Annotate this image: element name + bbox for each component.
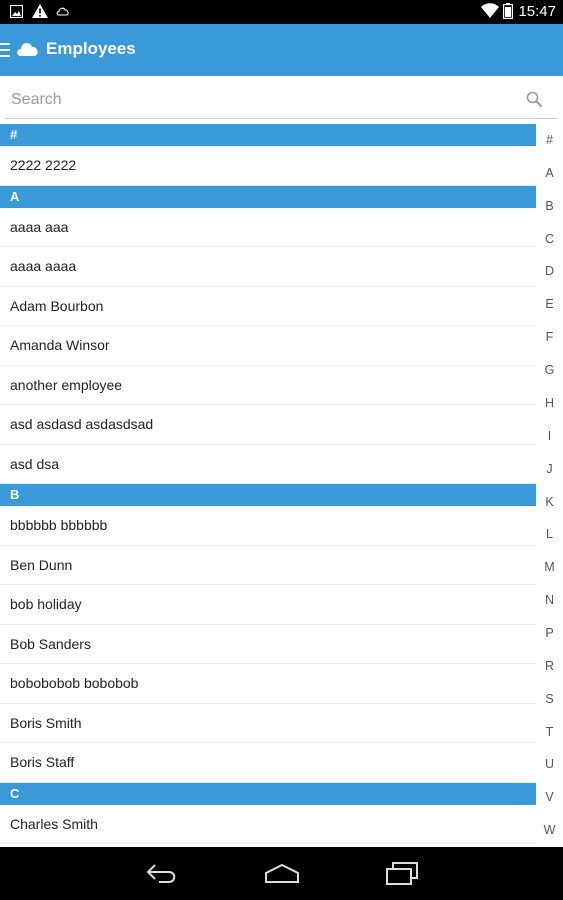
cloud-outline-icon — [56, 7, 69, 16]
index-letter[interactable]: C — [536, 232, 563, 246]
index-letter[interactable]: H — [536, 396, 563, 410]
list-item[interactable]: Charles Smith — [0, 805, 536, 844]
index-letter[interactable]: # — [536, 133, 563, 147]
search-bar — [0, 76, 563, 124]
action-bar: Employees — [0, 24, 563, 76]
search-input[interactable] — [5, 86, 525, 114]
list-item[interactable]: aaaa aaa — [0, 208, 536, 247]
menu-icon[interactable] — [0, 43, 10, 57]
status-bar: 15:47 — [0, 0, 563, 24]
list-item[interactable]: Ben Dunn — [0, 546, 536, 585]
warning-icon — [32, 4, 48, 18]
index-letter[interactable]: I — [536, 429, 563, 443]
wifi-icon — [481, 3, 499, 18]
alphabet-index[interactable]: # A B C D E F G H I J K L M N P R S T U V W — [536, 124, 563, 847]
list-item[interactable]: Adam Bourbon — [0, 287, 536, 326]
index-letter[interactable]: U — [536, 757, 563, 771]
index-letter[interactable]: M — [536, 560, 563, 574]
list-item[interactable]: 2222 2222 — [0, 146, 536, 186]
index-letter[interactable]: V — [536, 790, 563, 804]
recent-apps-icon[interactable] — [385, 862, 419, 886]
home-icon[interactable] — [264, 864, 300, 884]
list-item[interactable]: aaaa aaaa — [0, 247, 536, 287]
navigation-bar — [0, 847, 563, 900]
index-letter[interactable]: F — [536, 330, 563, 344]
index-letter[interactable]: A — [536, 166, 563, 180]
list-item[interactable]: asd dsa — [0, 445, 536, 484]
clock: 15:47 — [518, 3, 556, 20]
list-item[interactable]: asd asdasd asdasdsad — [0, 405, 536, 445]
list-item[interactable]: bbbbbb bbbbbb — [0, 506, 536, 546]
list-item[interactable]: Amanda Winsor — [0, 326, 536, 366]
list-item[interactable]: bob holiday — [0, 585, 536, 625]
section-header: C — [0, 782, 536, 805]
section-header: B — [0, 484, 536, 506]
list-item[interactable]: Boris Smith — [0, 704, 536, 743]
list-item[interactable]: Bob Sanders — [0, 625, 536, 664]
index-letter[interactable]: T — [536, 725, 563, 739]
index-letter[interactable]: S — [536, 692, 563, 706]
index-letter[interactable]: J — [536, 462, 563, 476]
section-header: # — [0, 124, 536, 146]
section-header: A — [0, 185, 536, 208]
list-item[interactable]: bobobobob bobobob — [0, 664, 536, 704]
list-item[interactable]: another employee — [0, 366, 536, 405]
search-underline — [5, 118, 558, 119]
index-letter[interactable]: W — [536, 823, 563, 837]
back-icon[interactable] — [145, 863, 179, 885]
list-item[interactable]: Boris Staff — [0, 743, 536, 783]
picture-icon — [10, 5, 23, 18]
search-icon[interactable] — [526, 91, 543, 108]
battery-icon — [503, 3, 513, 19]
index-letter[interactable]: L — [536, 527, 563, 541]
index-letter[interactable]: E — [536, 297, 563, 311]
index-letter[interactable]: N — [536, 593, 563, 607]
index-letter[interactable]: R — [536, 659, 563, 673]
cloud-icon[interactable] — [15, 39, 41, 59]
index-letter[interactable]: P — [536, 626, 563, 640]
index-letter[interactable]: G — [536, 363, 563, 377]
employee-list[interactable]: #2222 2222 Aaaaa aaa aaaa aaaa Adam Bourbon… — [0, 124, 536, 847]
index-letter[interactable]: K — [536, 495, 563, 509]
index-letter[interactable]: D — [536, 264, 563, 278]
page-title: Employees — [46, 39, 136, 58]
index-letter[interactable]: B — [536, 199, 563, 213]
